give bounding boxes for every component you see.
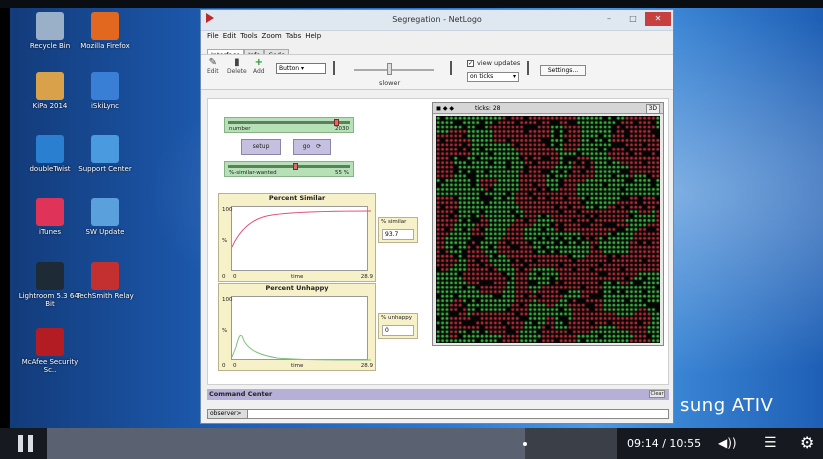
trash-icon: ▮ xyxy=(234,57,240,68)
desktop-icon[interactable]: McAfee Security Sc.. xyxy=(15,328,85,374)
plot-area xyxy=(231,206,371,271)
speed-slider-knob[interactable] xyxy=(387,63,392,75)
command-center-bar: Command Center Clear xyxy=(207,389,669,400)
update-mode-select[interactable]: on ticks ▾ xyxy=(467,72,519,82)
plot-percent-similar: Percent Similar 100 % 0 0 time 28.9 xyxy=(218,193,376,282)
brand-watermark: sung ATIV xyxy=(680,395,774,416)
edit-button[interactable]: ✎ Edit xyxy=(207,57,219,76)
screen-bezel-top xyxy=(0,0,823,8)
chevron-down-icon: ▾ xyxy=(301,65,305,72)
add-button[interactable]: + Add xyxy=(253,57,265,76)
menu-bar: File Edit Tools Zoom Tabs Help xyxy=(201,31,673,42)
ticks-label: ticks: 28 xyxy=(475,105,501,112)
netlogo-window: Segregation - NetLogo – □ ✕ File Edit Tool… xyxy=(200,9,674,424)
world-nav-icons[interactable]: ◼ ◆ ◆ xyxy=(436,103,454,114)
view-updates-checkbox[interactable]: ✓ xyxy=(467,60,474,67)
app-icon xyxy=(91,135,119,163)
chevron-down-icon: ▾ xyxy=(512,73,516,80)
slider-number[interactable]: number 2030 xyxy=(224,117,354,133)
interface-panel: number 2030 setup go ⟳ %-similar-wanted 5… xyxy=(207,98,669,385)
similar-curve xyxy=(232,210,371,248)
unhappy-curve xyxy=(232,334,371,361)
world-view: ◼ ◆ ◆ ticks: 28 3D xyxy=(432,102,664,346)
time-label: 09:14 / 10:55 xyxy=(627,437,702,450)
app-icon xyxy=(36,262,64,290)
monitor-unhappy: % unhappy 0 xyxy=(378,313,418,339)
desktop-icon[interactable]: Support Center xyxy=(70,135,140,173)
settings-button[interactable]: Settings... xyxy=(540,65,586,76)
forever-icon: ⟳ xyxy=(316,143,322,150)
3d-button[interactable]: 3D xyxy=(645,104,660,114)
setup-button[interactable]: setup xyxy=(241,139,281,155)
speed-slider[interactable] xyxy=(354,69,434,71)
volume-icon[interactable]: ◀)) xyxy=(718,436,737,450)
widget-type-select[interactable]: Button ▾ xyxy=(276,63,326,74)
slider-similar-wanted[interactable]: %-similar-wanted 55 % xyxy=(224,161,354,177)
playhead[interactable] xyxy=(523,442,528,446)
minimize-icon[interactable]: – xyxy=(599,12,619,26)
desktop-icon[interactable]: SW Update xyxy=(70,198,140,236)
video-stage: Recycle Bin Mozilla Firefox KiPa 2014 iSkiL… xyxy=(0,0,823,459)
menu-item[interactable]: Edit xyxy=(223,32,237,40)
app-icon xyxy=(36,72,64,100)
desktop-screen: Recycle Bin Mozilla Firefox KiPa 2014 iSkiL… xyxy=(0,0,823,428)
app-icon xyxy=(91,198,119,226)
app-icon xyxy=(91,262,119,290)
world-canvas[interactable] xyxy=(436,116,660,343)
view-updates-label: view updates xyxy=(477,59,521,67)
menu-item[interactable]: Tools xyxy=(240,32,257,40)
window-titlebar[interactable]: Segregation - NetLogo – □ ✕ xyxy=(201,10,673,31)
maximize-icon[interactable]: □ xyxy=(623,12,643,26)
desktop-icon[interactable]: iSkiLync xyxy=(70,72,140,110)
desktop-icon[interactable]: TechSmith Relay xyxy=(70,262,140,300)
toolbar-divider xyxy=(333,61,335,75)
world-view-bar: ◼ ◆ ◆ ticks: 28 3D xyxy=(433,103,663,114)
clear-button[interactable]: Clear xyxy=(649,390,665,398)
slider-knob[interactable] xyxy=(292,163,298,170)
app-icon xyxy=(36,12,64,40)
app-icon xyxy=(36,198,64,226)
close-icon[interactable]: ✕ xyxy=(645,12,671,26)
plot-percent-unhappy: Percent Unhappy 100 % 0 0 time 28.9 xyxy=(218,283,376,371)
app-icon xyxy=(36,135,64,163)
chapters-menu-icon[interactable]: ☰ xyxy=(764,435,777,451)
menu-item[interactable]: Help xyxy=(305,32,321,40)
go-button[interactable]: go ⟳ xyxy=(293,139,331,155)
speed-label: slower xyxy=(379,79,401,87)
tab-bar: InterfaceInfoCode xyxy=(201,42,673,61)
menu-item[interactable]: Zoom xyxy=(262,32,282,40)
pencil-icon: ✎ xyxy=(208,57,217,68)
app-icon xyxy=(36,328,64,356)
monitor-similar: % similar 93.7 xyxy=(378,217,418,243)
toolbar-divider xyxy=(450,61,452,75)
plot-area xyxy=(231,296,371,361)
slider-knob[interactable] xyxy=(334,119,340,126)
delete-button[interactable]: ▮ Delete xyxy=(227,57,247,76)
menu-item[interactable]: File xyxy=(207,32,219,40)
pause-button[interactable] xyxy=(18,435,36,452)
plus-icon: + xyxy=(254,57,263,68)
gear-icon[interactable]: ⚙ xyxy=(800,433,814,452)
menu-item[interactable]: Tabs xyxy=(286,32,302,40)
app-icon xyxy=(91,12,119,40)
toolbar: ✎ Edit ▮ Delete + Add Button ▾ slower ✓ xyxy=(201,54,673,90)
observer-select[interactable]: observer> xyxy=(208,410,248,418)
played-progress xyxy=(47,428,526,459)
screen-bezel-left xyxy=(0,0,10,428)
pause-icon xyxy=(18,435,23,452)
desktop-icon[interactable]: Mozilla Firefox xyxy=(70,12,140,50)
toolbar-divider xyxy=(527,61,529,75)
app-icon xyxy=(91,72,119,100)
command-input-row[interactable]: observer> xyxy=(207,409,669,419)
timeline-scrubber[interactable] xyxy=(47,428,617,459)
